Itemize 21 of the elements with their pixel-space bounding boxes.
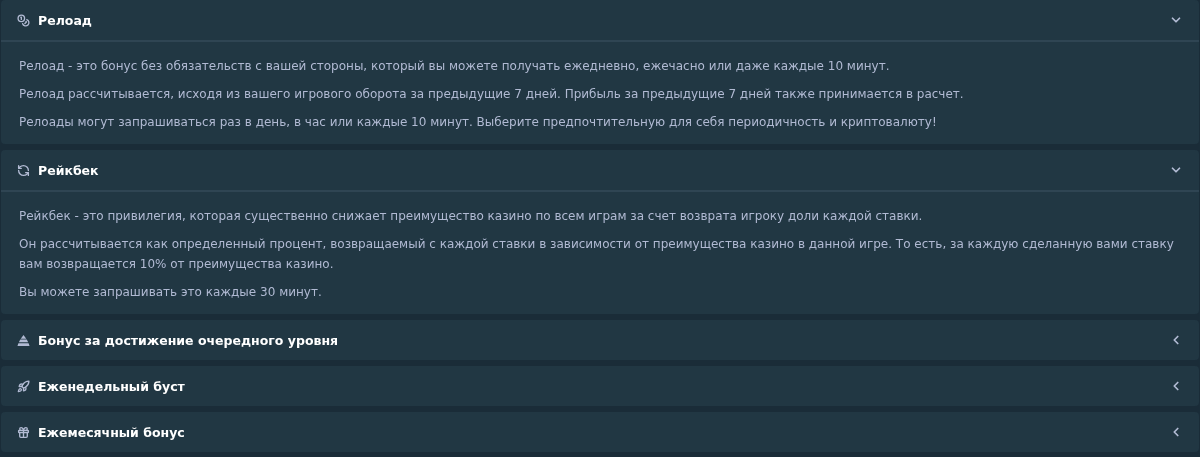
refresh-icon: [17, 163, 30, 177]
section-title: Бонус за достижение очередного уровня: [38, 332, 340, 348]
paragraph: Релоад рассчитывается, исходя из вашего игрового оборота за предыдущие 7 дней. Прибыль за предыдущие 7 дней также принимается в расчет.: [19, 86, 965, 103]
paragraph: Вы можете запрашивать это каждые 30 минут.: [19, 284, 323, 301]
section-title: Ежемесячный бонус: [38, 424, 186, 440]
accordion-header[interactable]: Бонус за достижение очередного уровня: [1, 320, 1199, 360]
rocket-icon: [17, 379, 30, 393]
accordion-header[interactable]: Ежемесячный бонус: [1, 412, 1199, 452]
accordion-header[interactable]: Еженедельный буст: [1, 366, 1199, 406]
accordion-header[interactable]: Рейкбек: [1, 150, 1199, 190]
gift-icon: [17, 425, 30, 439]
coins-icon: [17, 13, 30, 27]
paragraph: Релоад - это бонус без обязательств с вашей стороны, который вы можете получать ежедневно, ежечасно или даже каждые 10 минут.: [19, 58, 891, 75]
section-title: Еженедельный буст: [38, 378, 186, 394]
paragraph: Он рассчитывается как определенный процент, возвращаемый с каждой ставки в зависимости от преимущества казино в данной игре. То есть, за каждую сделанную вами ставку вам возвращается 10% от преимущества казино.: [19, 236, 1175, 273]
pyramid-icon: [17, 333, 30, 347]
paragraph: Релоады могут запрашиваться раз в день, в час или каждые 10 минут. Выберите предпочтительную для себя периодичность и криптовалюту!: [19, 114, 938, 131]
section-title: Релоад: [38, 12, 93, 28]
section-title: Рейкбек: [38, 162, 100, 178]
paragraph: Рейкбек - это привилегия, которая существенно снижает преимущество казино по всем играм за счет возврата игроку доли каждой ставки.: [19, 208, 924, 225]
accordion-header[interactable]: Релоад: [1, 0, 1199, 40]
